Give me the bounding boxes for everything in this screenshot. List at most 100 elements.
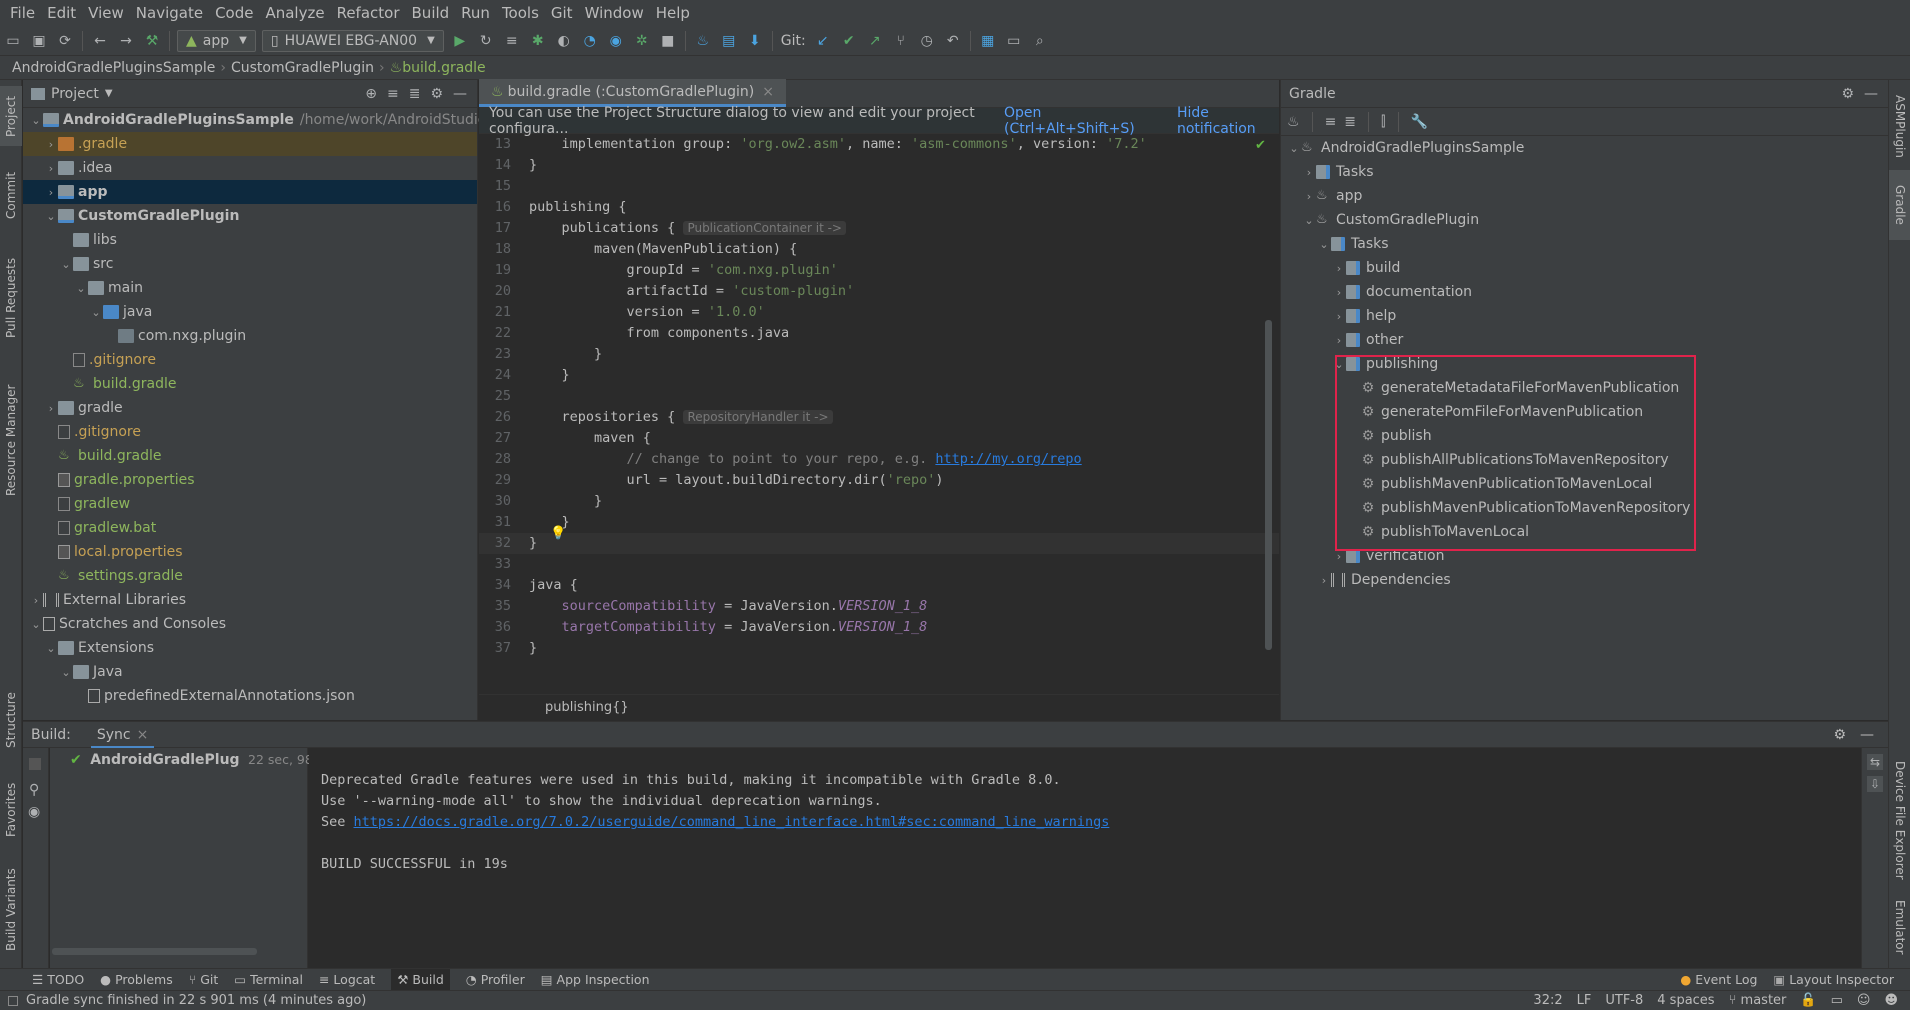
tab-app-inspection[interactable]: ▤ App Inspection — [541, 972, 650, 987]
caret-position[interactable]: 32:2 — [1533, 993, 1562, 1008]
hide-notification-link[interactable]: Hide notification — [1177, 105, 1279, 137]
tree-item[interactable]: › .gradle — [23, 132, 477, 156]
device-manager-icon[interactable]: ▤ — [717, 30, 741, 52]
tab-problems[interactable]: ● Problems — [100, 972, 173, 987]
chevron-down-icon[interactable]: ⌄ — [1302, 209, 1316, 233]
tree-item[interactable]: ⚙ publish — [1281, 424, 1888, 448]
chevron-down-icon[interactable]: ⌄ — [1317, 233, 1331, 257]
tree-item[interactable]: ⚙ publishMavenPublicationToMavenRepositor… — [1281, 496, 1888, 520]
chevron-right-icon[interactable]: › — [44, 133, 58, 157]
tree-item[interactable]: ♨ build.gradle — [23, 444, 477, 468]
git-branches-icon[interactable]: ⑂ — [889, 30, 913, 52]
indent-setting[interactable]: 4 spaces — [1657, 993, 1714, 1008]
notifications-icon[interactable]: ☻ — [1884, 993, 1898, 1008]
feedback-icon[interactable]: ☺ — [1857, 993, 1871, 1008]
menu-item-help[interactable]: Help — [650, 0, 696, 26]
project-view-select[interactable]: Project — [51, 86, 99, 102]
tab-structure[interactable]: Structure — [0, 680, 22, 760]
tree-item[interactable]: › gradle — [23, 396, 477, 420]
tree-item[interactable]: ⌄ ♨ CustomGradlePlugin — [1281, 208, 1888, 232]
tab-layout-inspector[interactable]: ▣ Layout Inspector — [1773, 972, 1894, 987]
tree-item[interactable]: local.properties — [23, 540, 477, 564]
tree-item[interactable]: ⌄ ♨ AndroidGradlePluginsSample — [1281, 136, 1888, 160]
code-token[interactable]: http://my.org/repo — [935, 451, 1081, 467]
chevron-right-icon[interactable]: › — [1302, 185, 1316, 209]
memory-icon[interactable]: ▭ — [1831, 993, 1843, 1008]
code-area[interactable]: 13 implementation group: 'org.ow2.asm', … — [479, 134, 1279, 694]
chevron-down-icon[interactable]: ⌄ — [59, 661, 73, 685]
chevron-right-icon[interactable]: › — [1302, 161, 1316, 185]
hide-icon[interactable]: — — [1860, 727, 1874, 743]
reload-icon[interactable]: ♨ — [1287, 114, 1300, 130]
tree-item[interactable]: libs — [23, 228, 477, 252]
save-icon[interactable]: ▣ — [27, 30, 51, 52]
scroll-to-end-icon[interactable]: ⇩ — [1867, 776, 1883, 792]
git-update-icon[interactable]: ↙ — [811, 30, 835, 52]
tree-item[interactable]: › app — [23, 180, 477, 204]
chevron-down-icon[interactable]: ⌄ — [74, 277, 88, 301]
tab-resource-manager[interactable]: Resource Manager — [0, 370, 22, 510]
tab-git[interactable]: ⑂ Git — [189, 972, 219, 987]
chevron-down-icon[interactable]: ⌄ — [44, 637, 58, 661]
tree-item[interactable]: predefinedExternalAnnotations.json — [23, 684, 477, 708]
soft-wrap-icon[interactable]: ⇆ — [1867, 754, 1883, 770]
tree-item[interactable]: ♨ settings.gradle — [23, 564, 477, 588]
make-project-icon[interactable]: ⚒ — [140, 30, 164, 52]
git-history-icon[interactable]: ◷ — [915, 30, 939, 52]
chevron-down-icon[interactable]: ⌄ — [29, 109, 43, 133]
attach-debugger-icon[interactable]: ◐ — [552, 30, 576, 52]
gear-icon[interactable]: ⚙ — [1841, 86, 1854, 102]
horizontal-scrollbar[interactable] — [52, 948, 257, 955]
collapse-all-icon[interactable]: ≣ — [409, 86, 421, 102]
tree-item[interactable]: ⌄ publishing — [1281, 352, 1888, 376]
menu-item-view[interactable]: View — [82, 0, 130, 26]
back-icon[interactable]: ← — [88, 30, 112, 52]
tree-item[interactable]: › .idea — [23, 156, 477, 180]
editor-breadcrumb[interactable]: publishing{} — [479, 694, 1279, 720]
tab-todo[interactable]: ☰ TODO — [32, 972, 84, 987]
chevron-right-icon[interactable]: › — [1317, 569, 1331, 593]
tree-item[interactable]: ⌄ java — [23, 300, 477, 324]
tree-item[interactable]: ⚙ publishAllPublicationsToMavenRepository — [1281, 448, 1888, 472]
tree-item[interactable]: ⚙ publishMavenPublicationToMavenLocal — [1281, 472, 1888, 496]
device-select[interactable]: ▯ HUAWEI EBG-AN00 ▼ — [261, 29, 444, 52]
tree-item[interactable]: › documentation — [1281, 280, 1888, 304]
tab-gradle[interactable]: Gradle — [1889, 170, 1910, 240]
tree-item[interactable]: ⌄ CustomGradlePlugin — [23, 204, 477, 228]
menu-item-window[interactable]: Window — [579, 0, 650, 26]
menu-item-navigate[interactable]: Navigate — [130, 0, 209, 26]
tab-event-log[interactable]: ● Event Log — [1680, 972, 1757, 987]
gradle-docs-link[interactable]: https://docs.gradle.org/7.0.2/userguide/… — [354, 814, 1110, 830]
close-icon[interactable]: × — [137, 727, 149, 743]
tab-device-file-explorer[interactable]: Device File Explorer — [1889, 750, 1910, 890]
chevron-right-icon[interactable]: › — [44, 157, 58, 181]
tree-item[interactable]: .gitignore — [23, 420, 477, 444]
tree-item[interactable]: › Dependencies — [1281, 568, 1888, 592]
tab-terminal[interactable]: ▭ Terminal — [234, 972, 303, 987]
coverage-icon[interactable]: ◉ — [604, 30, 628, 52]
chevron-right-icon[interactable]: › — [1332, 545, 1346, 569]
eye-icon[interactable]: ◉ — [28, 804, 48, 820]
toggle-offline-icon[interactable]: ⫿ — [1381, 114, 1385, 130]
apply-code-changes-icon[interactable]: ≡ — [500, 30, 524, 52]
run-icon[interactable]: ▶ — [448, 30, 472, 52]
tree-item[interactable]: › build — [1281, 256, 1888, 280]
tree-item[interactable]: gradlew — [23, 492, 477, 516]
locate-icon[interactable]: ⊕ — [365, 86, 377, 102]
file-encoding[interactable]: UTF-8 — [1605, 993, 1643, 1008]
tab-commit[interactable]: Commit — [0, 160, 22, 230]
tree-item[interactable]: › Tasks — [1281, 160, 1888, 184]
tab-logcat[interactable]: ≡ Logcat — [319, 972, 375, 987]
menu-item-edit[interactable]: Edit — [41, 0, 82, 26]
rollback-icon[interactable]: ↶ — [941, 30, 965, 52]
gear-icon[interactable]: ⚙ — [430, 86, 443, 102]
sync-icon[interactable]: ⟳ — [53, 30, 77, 52]
tree-item[interactable]: ⚙ generateMetadataFileForMavenPublication — [1281, 376, 1888, 400]
chevron-down-icon[interactable]: ⌄ — [89, 301, 103, 325]
tree-item[interactable]: ⌄ Tasks — [1281, 232, 1888, 256]
tree-item[interactable]: › help — [1281, 304, 1888, 328]
menu-item-tools[interactable]: Tools — [496, 0, 545, 26]
menu-item-git[interactable]: Git — [545, 0, 579, 26]
breadcrumb-item[interactable]: AndroidGradlePluginsSample — [12, 60, 215, 76]
chevron-right-icon[interactable]: › — [1332, 329, 1346, 353]
